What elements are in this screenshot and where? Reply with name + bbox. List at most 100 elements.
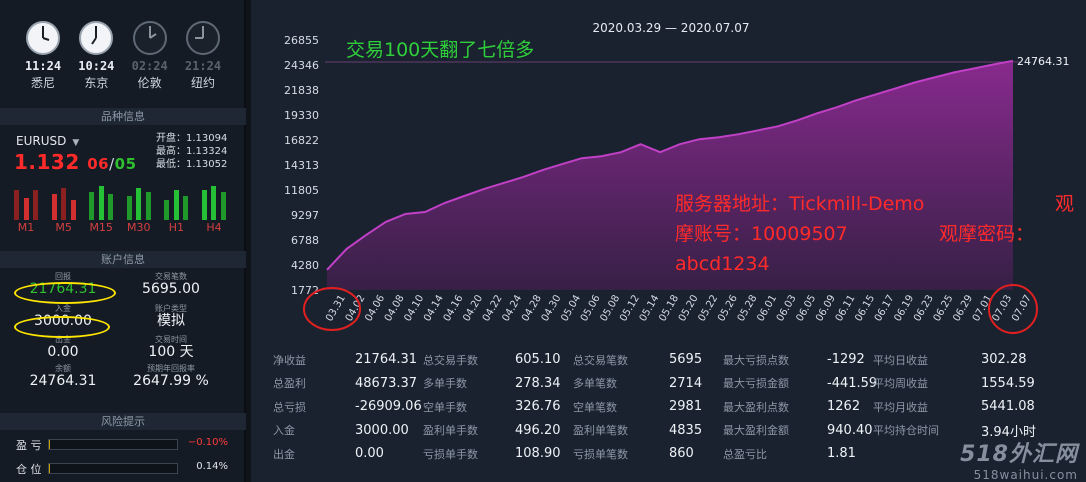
stats-row: 盈利单笔数 4835 bbox=[573, 419, 702, 443]
equity-cell: 余额 24764.31 bbox=[8, 364, 118, 389]
stat-label: 平均月收益 bbox=[873, 400, 928, 414]
y-tick-label: 9297 bbox=[291, 209, 319, 222]
stat-value: 326.76 bbox=[515, 399, 561, 415]
stat-label: 亏损单笔数 bbox=[573, 447, 628, 461]
stat-value: 2714 bbox=[669, 375, 703, 391]
stats-row: 平均月收益 5441.08 bbox=[873, 395, 1036, 419]
stat-value: 5695 bbox=[669, 352, 703, 368]
stats-row: 最大盈利金额 940.40 bbox=[723, 419, 877, 443]
stat-label: 最大亏损点数 bbox=[723, 353, 789, 367]
stat-value: 2981 bbox=[669, 399, 703, 415]
type-value: 模拟 bbox=[157, 313, 185, 329]
tf-label[interactable]: H1 bbox=[164, 221, 188, 234]
date-month: 05 bbox=[114, 155, 137, 173]
equity-value: 24764.31 bbox=[29, 373, 97, 389]
y-tick-label: 6788 bbox=[291, 234, 319, 247]
dropdown-caret-icon[interactable]: ▼ bbox=[72, 138, 79, 148]
stat-value: 860 bbox=[669, 446, 694, 462]
clock-tokyo: 10:24 东京 bbox=[71, 20, 121, 100]
low-price: 最低：1.13052 bbox=[156, 159, 228, 170]
clock-city: 伦敦 bbox=[137, 76, 162, 90]
stats-row: 最大盈利点数 1262 bbox=[723, 395, 877, 419]
account-info: 回报 21764.31 交易笔数 5695.00 入金 3000.00 账户类型… bbox=[8, 272, 238, 394]
right-panel: 2020.03.29 — 2020.07.07 1772 4280 6788 9297… bbox=[251, 0, 1086, 482]
stats-row: 总盈亏比 1.81 bbox=[723, 442, 877, 466]
stat-value: 5441.08 bbox=[981, 399, 1035, 415]
trades-label: 交易笔数 bbox=[155, 272, 187, 281]
stat-label: 最大盈利金额 bbox=[723, 424, 789, 438]
y-tick-label: 4280 bbox=[291, 259, 319, 272]
stats-row: 总盈利 48673.37 bbox=[273, 372, 422, 396]
symbol-selector[interactable]: EURUSD ▼ bbox=[16, 134, 79, 148]
highlight-ring bbox=[14, 316, 110, 338]
highlight-ring bbox=[14, 282, 116, 304]
clock-city: 纽约 bbox=[190, 76, 215, 90]
trades-value: 5695.00 bbox=[142, 281, 200, 297]
risk-label: 仓 位 bbox=[16, 463, 42, 476]
stat-label: 总亏损 bbox=[273, 400, 306, 414]
stat-value: -441.59 bbox=[827, 375, 878, 391]
stat-label: 入金 bbox=[273, 424, 295, 438]
stats-row: 平均日收益 302.28 bbox=[873, 348, 1036, 372]
risk-bar bbox=[48, 463, 178, 474]
stat-label: 盈利单笔数 bbox=[573, 424, 628, 438]
stat-label: 净收益 bbox=[273, 353, 306, 367]
stat-label: 多单笔数 bbox=[573, 377, 617, 391]
balance-label: 回报 bbox=[55, 272, 71, 281]
signal-bar-m5 bbox=[51, 184, 76, 220]
stat-value: 278.34 bbox=[515, 375, 561, 391]
tf-label[interactable]: M1 bbox=[14, 221, 38, 234]
world-clocks: 11:24 悉尼 10:24 东京 02:24 伦敦 21:24 纽约 bbox=[18, 20, 228, 100]
clock-icon bbox=[79, 21, 114, 55]
stats-column: 总交易手数 605.10 多单手数 278.34 空单手数 326.76 盈利单手数 496.… bbox=[423, 348, 561, 466]
type-cell: 账户类型 模拟 bbox=[116, 304, 226, 329]
stat-label: 总交易笔数 bbox=[573, 353, 628, 367]
y-tick-label: 1772 bbox=[291, 284, 319, 297]
last-value-label: 24764.31 bbox=[1017, 55, 1070, 68]
y-tick-label: 24346 bbox=[284, 59, 319, 72]
trades-cell: 交易笔数 5695.00 bbox=[116, 272, 226, 297]
stat-value: 21764.31 bbox=[355, 352, 418, 368]
stat-value: 302.28 bbox=[981, 352, 1027, 368]
tf-label[interactable]: H4 bbox=[202, 221, 226, 234]
y-tick-label: 16822 bbox=[284, 134, 319, 147]
clock-time: 10:24 bbox=[78, 59, 115, 73]
ohl-block: 开盘：1.13094 最高：1.13324 最低：1.13052 bbox=[156, 132, 227, 171]
stats-row: 多单笔数 2714 bbox=[573, 372, 702, 396]
stats-row: 最大亏损点数 -1292 bbox=[723, 348, 877, 372]
stat-value: 1262 bbox=[827, 399, 861, 415]
days-cell: 交易时间 100 天 bbox=[116, 335, 226, 360]
chart-title: 2020.03.29 — 2020.07.07 bbox=[592, 21, 749, 35]
tf-label[interactable]: M30 bbox=[127, 221, 151, 234]
risk-label: 盈 亏 bbox=[16, 439, 42, 452]
stat-value: 3000.00 bbox=[355, 422, 409, 438]
stats-row: 亏损单手数 108.90 bbox=[423, 442, 561, 466]
equity-chart: 2020.03.29 — 2020.07.07 1772 4280 6788 9297… bbox=[284, 21, 1074, 334]
stats-row: 入金 3000.00 bbox=[273, 419, 422, 443]
withdraw-value: 0.00 bbox=[47, 344, 79, 360]
overlay-title: 交易100天翻了七倍多 bbox=[346, 39, 534, 61]
stats-column: 平均日收益 302.28 平均周收益 1554.59 平均月收益 5441.08 平均持仓时… bbox=[873, 348, 1036, 442]
equity-label: 余额 bbox=[55, 364, 71, 373]
section-title-risk: 风险提示 bbox=[0, 413, 246, 430]
overlay-password-value: abcd1234 bbox=[675, 253, 770, 275]
signal-bar-m15 bbox=[89, 184, 114, 220]
stat-label: 空单手数 bbox=[423, 400, 467, 414]
watermark-logo: 518外汇网 bbox=[960, 442, 1078, 467]
clock-london: 02:24 伦敦 bbox=[125, 20, 175, 100]
deposit-label: 入金 bbox=[55, 304, 71, 313]
risk-value: −0.10% bbox=[187, 437, 228, 448]
stat-label: 空单笔数 bbox=[573, 400, 617, 414]
tf-label[interactable]: M5 bbox=[52, 221, 76, 234]
stat-label: 多单手数 bbox=[423, 377, 467, 391]
risk-value: 0.14% bbox=[196, 461, 228, 472]
stat-value: 1554.59 bbox=[981, 375, 1035, 391]
overlay-right1: 观 bbox=[1055, 193, 1074, 215]
stats-row: 亏损单笔数 860 bbox=[573, 442, 702, 466]
stats-row: 出金 0.00 bbox=[273, 442, 422, 466]
clock-newyork: 21:24 纽约 bbox=[178, 20, 228, 100]
tf-label[interactable]: M15 bbox=[89, 221, 113, 234]
clock-time: 11:24 bbox=[24, 59, 62, 73]
stat-value: -26909.06 bbox=[355, 399, 422, 415]
x-axis: 03.3104.0204.0604.0804.1004.1404.1604.20… bbox=[324, 293, 1034, 323]
